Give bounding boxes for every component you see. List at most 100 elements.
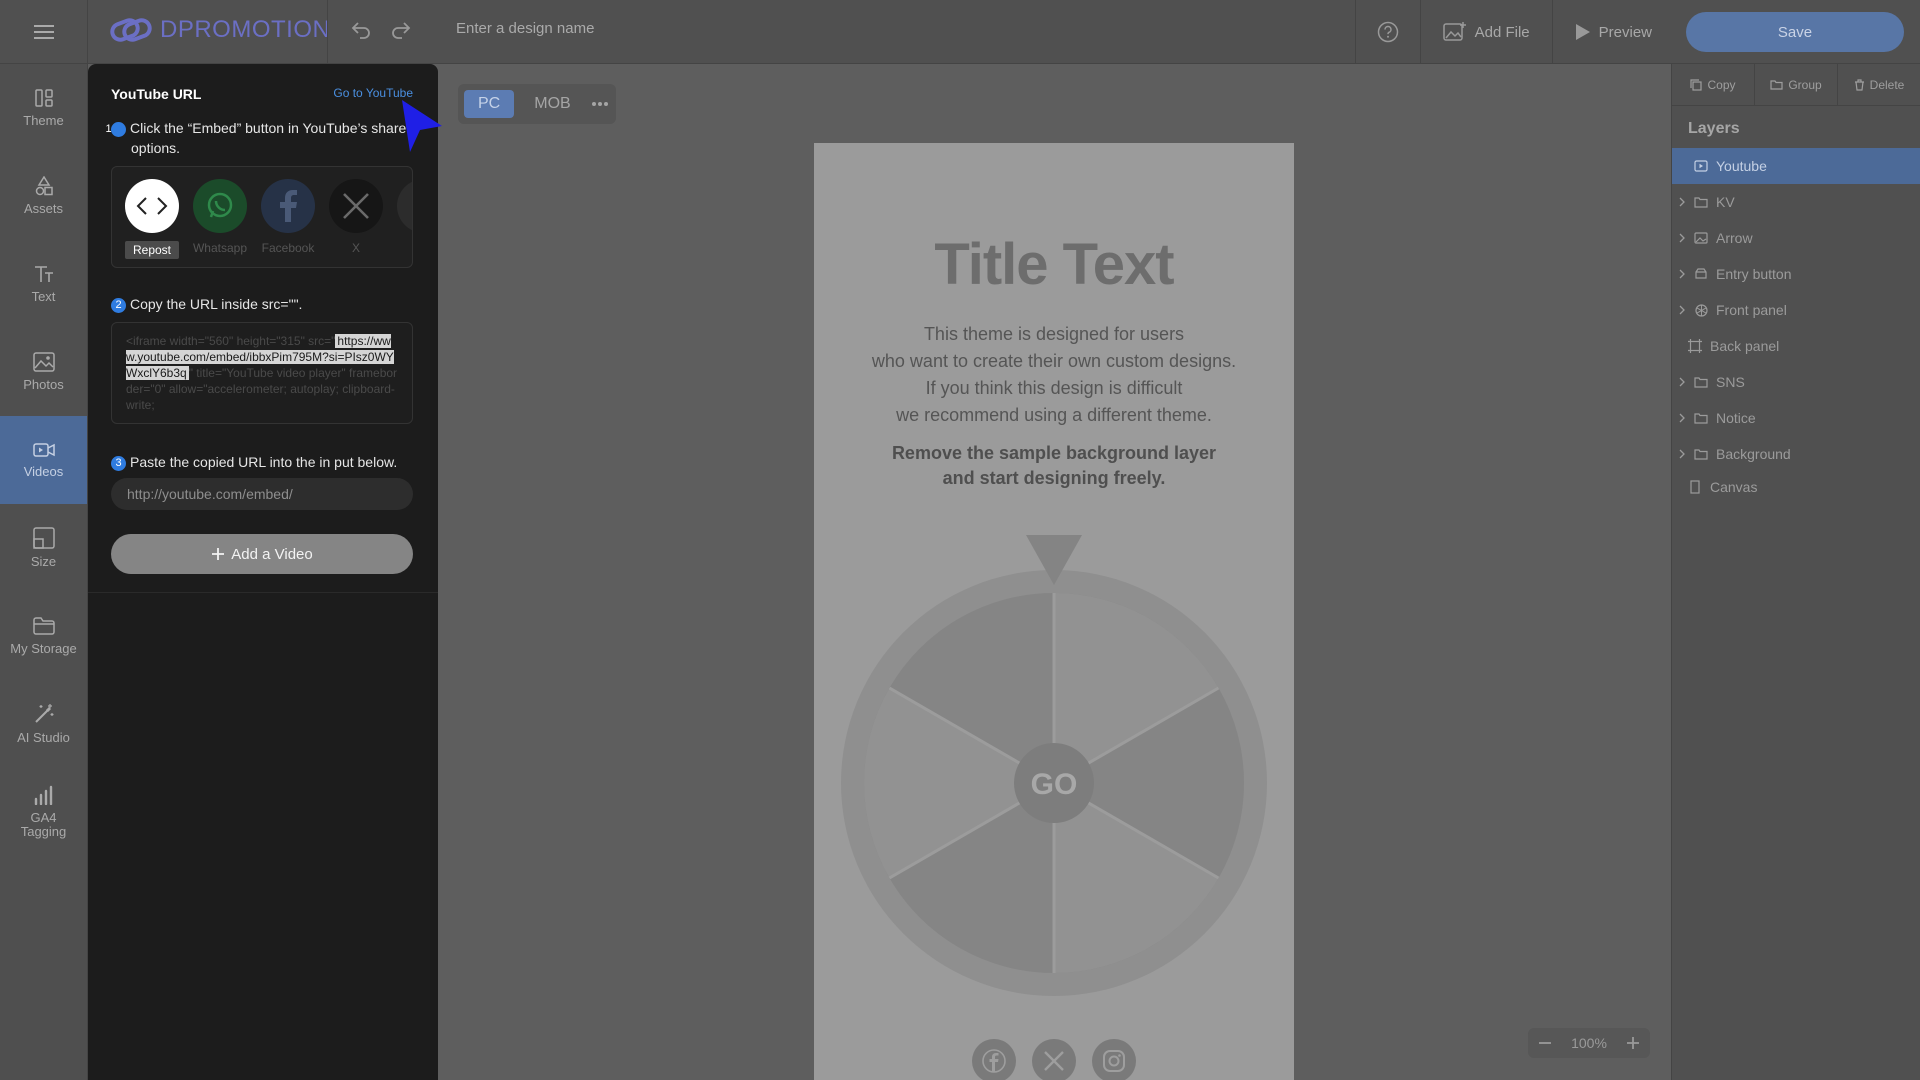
- mobile-view-button[interactable]: MOB: [520, 90, 584, 118]
- image-icon: [1692, 232, 1710, 244]
- layer-front-panel[interactable]: Front panel: [1672, 292, 1920, 328]
- bar-chart-icon: [34, 785, 52, 805]
- canvas-description[interactable]: This theme is designed for users who wan…: [814, 321, 1294, 429]
- layer-actions: Copy Group Delete: [1672, 63, 1920, 106]
- layer-label: Arrow: [1716, 230, 1753, 246]
- share-option-repost[interactable]: Repost: [124, 179, 180, 259]
- facebook-icon[interactable]: [972, 1039, 1016, 1080]
- group-button[interactable]: Group: [1755, 63, 1838, 106]
- layer-back-panel[interactable]: Back panel: [1672, 328, 1920, 364]
- videos-icon: [32, 443, 55, 457]
- layer-background[interactable]: Background: [1672, 436, 1920, 472]
- chevron-right-icon[interactable]: [1672, 269, 1692, 279]
- folder-icon: [1770, 80, 1783, 90]
- redo-button[interactable]: [390, 18, 412, 40]
- layer-label: KV: [1716, 194, 1735, 210]
- assets-icon: [35, 175, 53, 196]
- folder-icon: [1692, 376, 1710, 388]
- preview-button[interactable]: Preview: [1553, 0, 1674, 64]
- undo-icon: [351, 22, 370, 39]
- undo-button[interactable]: [350, 18, 372, 40]
- layer-youtube[interactable]: Youtube: [1672, 148, 1920, 184]
- layer-canvas[interactable]: Canvas: [1672, 472, 1920, 502]
- save-button[interactable]: Save: [1686, 12, 1904, 52]
- sidebar-item-label: Size: [30, 553, 57, 569]
- left-sidebar: Theme Assets Text Photos Videos Size My …: [0, 64, 88, 1080]
- logo: DPROMOTION: [110, 16, 330, 44]
- step-number: 3: [111, 456, 126, 471]
- delete-button[interactable]: Delete: [1838, 64, 1920, 106]
- layer-kv[interactable]: KV: [1672, 184, 1920, 220]
- sidebar-item-my-storage[interactable]: My Storage: [0, 592, 87, 680]
- design-name-input[interactable]: [456, 20, 856, 37]
- sidebar-item-text[interactable]: Text: [0, 240, 87, 328]
- canvas-title[interactable]: Title Text: [814, 231, 1294, 298]
- layer-label: SNS: [1716, 374, 1745, 390]
- sidebar-item-photos[interactable]: Photos: [0, 328, 87, 416]
- play-icon: [1575, 24, 1590, 40]
- share-option-more[interactable]: [396, 179, 412, 233]
- sidebar-item-size[interactable]: Size: [0, 504, 87, 592]
- layer-label: Youtube: [1716, 158, 1767, 174]
- chevron-right-icon[interactable]: [1672, 449, 1692, 459]
- sidebar-item-ga4-tagging[interactable]: GA4 Tagging: [0, 768, 87, 856]
- pc-view-button[interactable]: PC: [464, 90, 515, 118]
- description-line: who want to create their own custom desi…: [871, 351, 1237, 371]
- chevron-right-icon[interactable]: [1672, 413, 1692, 423]
- more-options-button[interactable]: [591, 90, 610, 118]
- sidebar-item-ai-studio[interactable]: AI Studio: [0, 680, 87, 768]
- share-option-x[interactable]: X: [328, 179, 384, 255]
- sidebar-item-theme[interactable]: Theme: [0, 64, 87, 152]
- chevron-right-icon[interactable]: [1672, 377, 1692, 387]
- layer-arrow[interactable]: Arrow: [1672, 220, 1920, 256]
- go-button-text[interactable]: GO: [1031, 768, 1078, 801]
- photos-icon: [32, 352, 55, 372]
- sidebar-item-label: Photos: [23, 376, 64, 392]
- magic-wand-icon: [34, 703, 53, 723]
- more-dots-icon: [592, 102, 609, 106]
- step-number: 2: [111, 298, 126, 313]
- button-icon: [1692, 268, 1710, 280]
- copy-button[interactable]: Copy: [1672, 63, 1755, 106]
- help-button[interactable]: [1356, 0, 1420, 64]
- theme-icon: [34, 89, 53, 107]
- roulette-wheel[interactable]: GO: [839, 533, 1269, 1003]
- sidebar-item-label: My Storage: [10, 640, 77, 656]
- chevron-right-icon[interactable]: [1672, 305, 1692, 315]
- youtube-url-input[interactable]: [111, 478, 413, 510]
- layer-entry-button[interactable]: Entry button: [1672, 256, 1920, 292]
- chevron-right-icon[interactable]: [1672, 233, 1692, 243]
- share-option-label: Facebook: [261, 241, 315, 255]
- plus-icon: [212, 548, 225, 560]
- x-icon[interactable]: [1032, 1039, 1076, 1080]
- share-options-box: Repost Whatsapp Facebook X: [111, 166, 413, 268]
- layer-notice[interactable]: Notice: [1672, 400, 1920, 436]
- sidebar-item-videos[interactable]: Videos: [0, 416, 87, 504]
- layers-title: Layers: [1688, 120, 1740, 137]
- instagram-icon[interactable]: [1092, 1039, 1136, 1080]
- share-option-whatsapp[interactable]: Whatsapp: [192, 179, 248, 255]
- canvas-bold-text[interactable]: Remove the sample background layer and s…: [814, 441, 1294, 491]
- add-video-button[interactable]: Add a Video: [111, 534, 413, 574]
- folder-icon: [1692, 448, 1710, 460]
- zoom-out-button[interactable]: [1538, 1036, 1552, 1050]
- mouse-cursor-icon: [402, 100, 442, 152]
- trash-icon: [1854, 78, 1864, 91]
- youtube-url-panel: YouTube URL Go to YouTube 1 Click the “Em…: [88, 64, 438, 1080]
- folder-icon: [1692, 196, 1710, 208]
- layer-label: Notice: [1716, 410, 1756, 426]
- share-option-label: Repost: [124, 241, 180, 259]
- layer-sns[interactable]: SNS: [1672, 364, 1920, 400]
- hamburger-icon: [33, 25, 54, 39]
- folder-icon: [1692, 412, 1710, 424]
- chevron-right-icon[interactable]: [1672, 197, 1692, 207]
- design-canvas[interactable]: Title Text This theme is designed for us…: [814, 143, 1294, 1080]
- sidebar-item-assets[interactable]: Assets: [0, 152, 87, 240]
- layer-label: Back panel: [1710, 338, 1780, 354]
- description-line: we recommend using a different theme.: [896, 405, 1212, 425]
- zoom-in-button[interactable]: [1626, 1036, 1640, 1050]
- add-file-button[interactable]: Add File: [1421, 0, 1552, 64]
- share-option-facebook[interactable]: Facebook: [260, 179, 316, 255]
- bold-line: and start designing freely.: [942, 468, 1166, 488]
- hamburger-menu-button[interactable]: [0, 0, 88, 64]
